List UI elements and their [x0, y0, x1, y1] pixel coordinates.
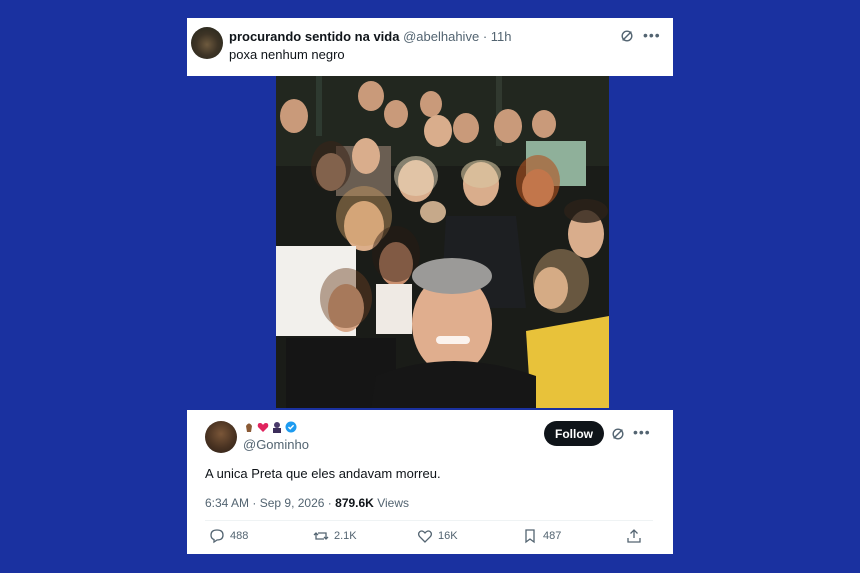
share-icon	[627, 529, 641, 543]
display-name[interactable]: procurando sentido na vida	[229, 29, 399, 44]
repost-icon	[313, 532, 329, 540]
more-options-icon[interactable]: •••	[633, 424, 651, 440]
author-handle[interactable]: @Gominho	[243, 437, 309, 452]
quoted-tweet-card[interactable]: procurando sentido na vida @abelhahive ·…	[187, 18, 673, 76]
views-label: Views	[377, 496, 409, 510]
avatar[interactable]	[205, 421, 237, 453]
post-meta: 6:34 AM · Sep 9, 2026 · 879.6K Views	[205, 496, 409, 510]
group-selfie-image	[276, 76, 609, 408]
follow-button[interactable]: Follow	[544, 421, 604, 446]
more-options-icon[interactable]: •••	[643, 27, 661, 43]
grok-icon[interactable]	[611, 427, 625, 441]
display-name[interactable]	[243, 421, 297, 433]
bookmark-count: 487	[543, 530, 562, 542]
author-handle[interactable]: @abelhahive	[403, 29, 479, 44]
pinched-fingers-icon	[246, 423, 252, 432]
like-count: 16K	[438, 530, 458, 542]
views-count: 879.6K	[335, 496, 374, 510]
reply-count: 488	[230, 530, 249, 542]
bookmark-icon	[525, 529, 535, 544]
separator-dot: ·	[252, 496, 257, 510]
tweet-text: A unica Preta que eles andavam morreu.	[205, 466, 441, 481]
bookmark-button[interactable]: 487	[522, 528, 561, 544]
verified-badge-icon	[285, 421, 297, 433]
post-time[interactable]: 6:34 AM	[205, 496, 249, 510]
post-date[interactable]: Sep 9, 2026	[260, 496, 325, 510]
heart-icon	[417, 530, 433, 543]
zombie-icon	[273, 422, 281, 433]
repost-button[interactable]: 2.1K	[313, 528, 357, 544]
reply-icon	[210, 529, 224, 544]
grok-icon[interactable]	[620, 29, 634, 43]
repost-count: 2.1K	[334, 530, 357, 542]
tweet-text: poxa nenhum negro	[229, 47, 345, 62]
avatar[interactable]	[191, 27, 223, 59]
author-line: procurando sentido na vida @abelhahive ·…	[229, 29, 512, 44]
divider	[205, 520, 653, 521]
tweet-card[interactable]: @Gominho Follow ••• A unica Preta que el…	[187, 410, 673, 554]
action-bar: 488 2.1K 16K 487	[187, 528, 673, 548]
reply-button[interactable]: 488	[209, 528, 248, 544]
red-heart-icon	[257, 423, 269, 432]
share-button[interactable]	[626, 528, 642, 544]
like-button[interactable]: 16K	[417, 528, 458, 544]
post-age[interactable]: 11h	[491, 29, 512, 44]
separator-dot: ·	[482, 29, 488, 44]
post-photo[interactable]	[276, 76, 609, 408]
separator-dot: ·	[327, 496, 332, 510]
